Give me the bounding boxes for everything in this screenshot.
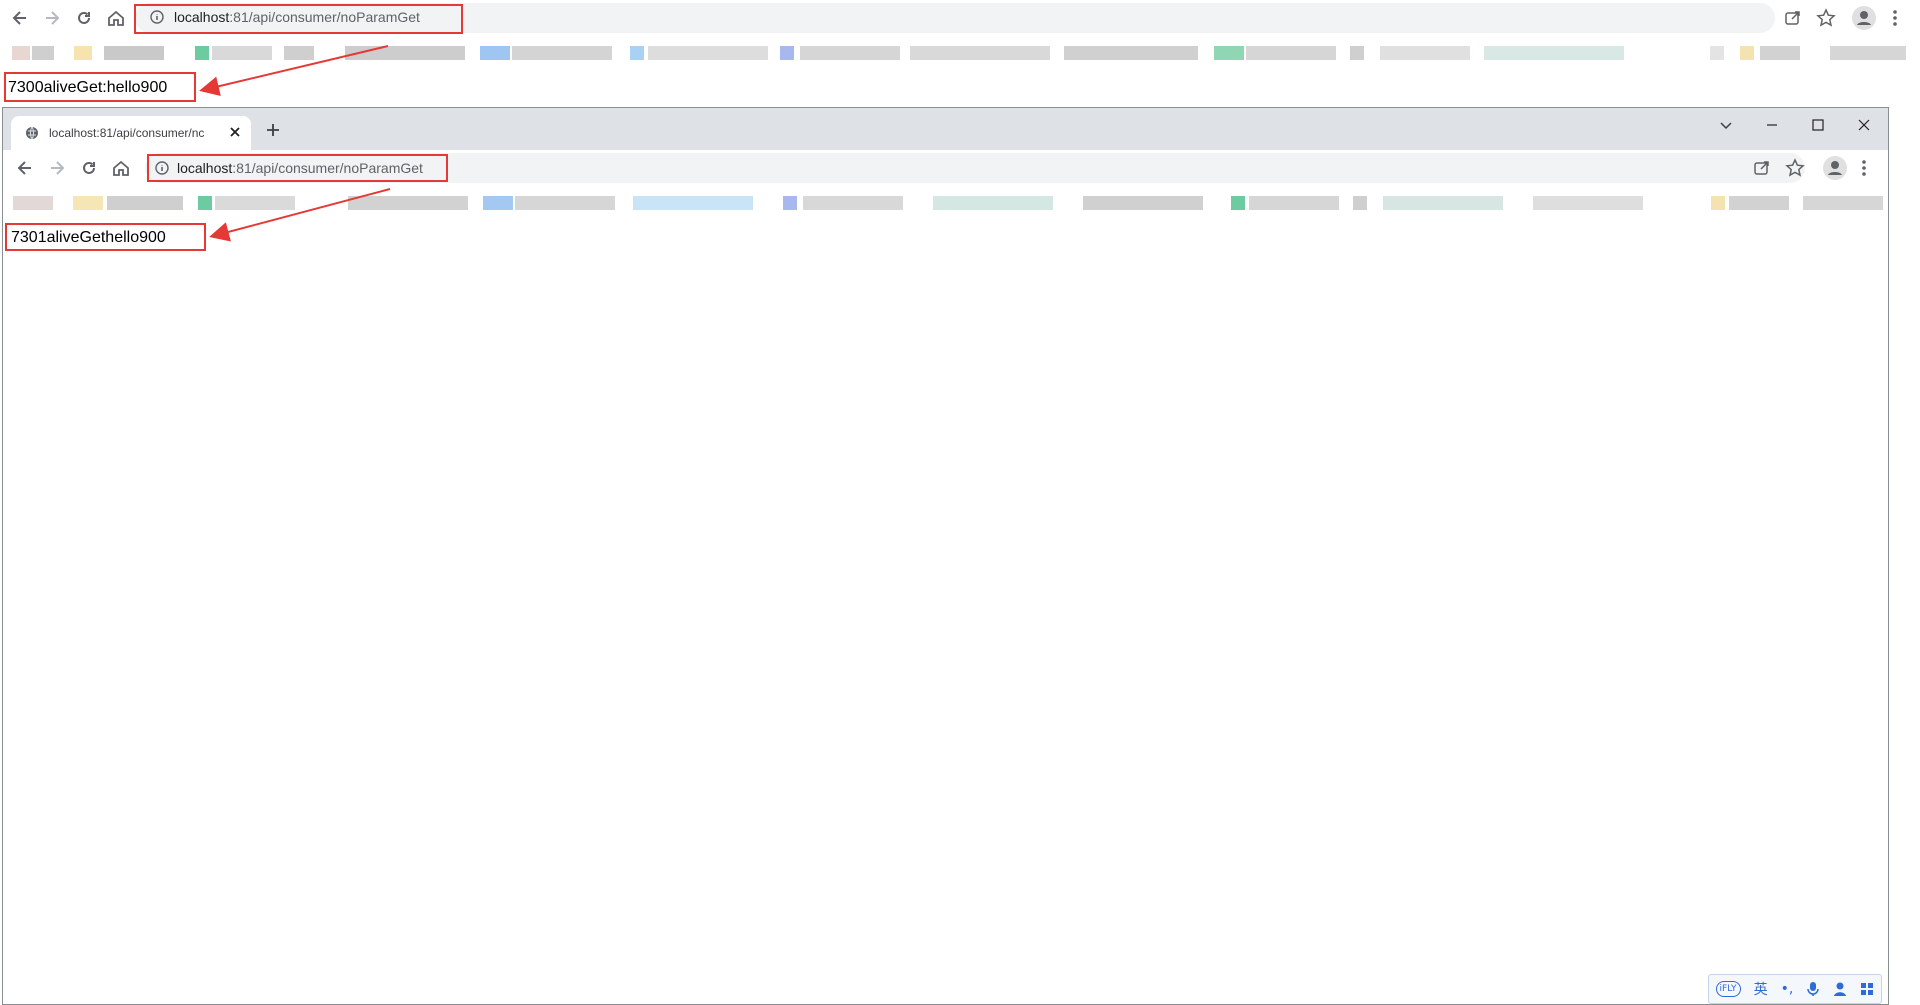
outer-url-text[interactable]: localhost:81/api/consumer/noParamGet bbox=[174, 9, 420, 25]
tab-close-icon[interactable] bbox=[229, 126, 241, 138]
outer-response-text: 7300aliveGet:hello900 bbox=[8, 79, 168, 96]
url-host: localhost bbox=[177, 160, 233, 176]
maximize-icon[interactable] bbox=[1811, 118, 1825, 132]
forward-icon[interactable] bbox=[42, 8, 62, 28]
globe-icon bbox=[25, 126, 39, 140]
tab-localhost[interactable]: localhost:81/api/consumer/nc bbox=[11, 116, 251, 150]
menu-kebab-icon[interactable] bbox=[1892, 8, 1898, 28]
home-icon[interactable] bbox=[106, 8, 126, 28]
url-path: :81/api/consumer/noParamGet bbox=[232, 160, 423, 176]
inner-browser-window: localhost:81/api/consumer/nc localhost:8… bbox=[2, 107, 1889, 1005]
reload-icon[interactable] bbox=[74, 8, 94, 28]
reload-icon[interactable] bbox=[79, 158, 99, 178]
tab-strip: localhost:81/api/consumer/nc bbox=[3, 108, 1888, 150]
ifly-logo-icon[interactable]: iFLY bbox=[1715, 981, 1741, 997]
profile-avatar-icon[interactable] bbox=[1823, 156, 1847, 180]
share-icon[interactable] bbox=[1753, 159, 1771, 177]
bookmark-star-icon[interactable] bbox=[1785, 158, 1805, 178]
inner-bookmarks-bar-blurred bbox=[3, 192, 1888, 214]
tab-title: localhost:81/api/consumer/nc bbox=[49, 126, 205, 140]
close-window-icon[interactable] bbox=[1857, 118, 1871, 132]
inner-toolbar: localhost:81/api/consumer/noParamGet bbox=[3, 150, 1888, 186]
inner-response-text: 7301aliveGethello900 bbox=[11, 229, 166, 246]
back-icon[interactable] bbox=[10, 8, 30, 28]
menu-kebab-icon[interactable] bbox=[1861, 158, 1867, 178]
back-icon[interactable] bbox=[15, 158, 35, 178]
forward-icon[interactable] bbox=[47, 158, 67, 178]
ime-toolbar[interactable]: iFLY 英 •, bbox=[1708, 974, 1882, 1004]
inner-url-text[interactable]: localhost:81/api/consumer/noParamGet bbox=[177, 160, 423, 176]
tab-search-chevron-icon[interactable] bbox=[1719, 118, 1733, 132]
outer-bookmarks-bar-blurred bbox=[0, 42, 1920, 64]
site-info-icon[interactable] bbox=[155, 161, 169, 175]
mic-icon[interactable] bbox=[1806, 981, 1820, 997]
home-icon[interactable] bbox=[111, 158, 131, 178]
grid-icon[interactable] bbox=[1860, 982, 1874, 996]
site-info-icon[interactable] bbox=[150, 10, 164, 24]
ime-punctuation-toggle[interactable]: •, bbox=[1781, 981, 1794, 997]
new-tab-icon[interactable] bbox=[265, 122, 281, 138]
user-icon[interactable] bbox=[1833, 981, 1847, 997]
share-icon[interactable] bbox=[1784, 9, 1802, 27]
url-path: :81/api/consumer/noParamGet bbox=[229, 9, 420, 25]
minimize-icon[interactable] bbox=[1765, 118, 1779, 132]
url-host: localhost bbox=[174, 9, 230, 25]
outer-toolbar: localhost:81/api/consumer/noParamGet bbox=[0, 0, 1920, 36]
ime-language-toggle[interactable]: 英 bbox=[1754, 979, 1768, 999]
profile-avatar-icon[interactable] bbox=[1852, 6, 1876, 30]
bookmark-star-icon[interactable] bbox=[1816, 8, 1836, 28]
